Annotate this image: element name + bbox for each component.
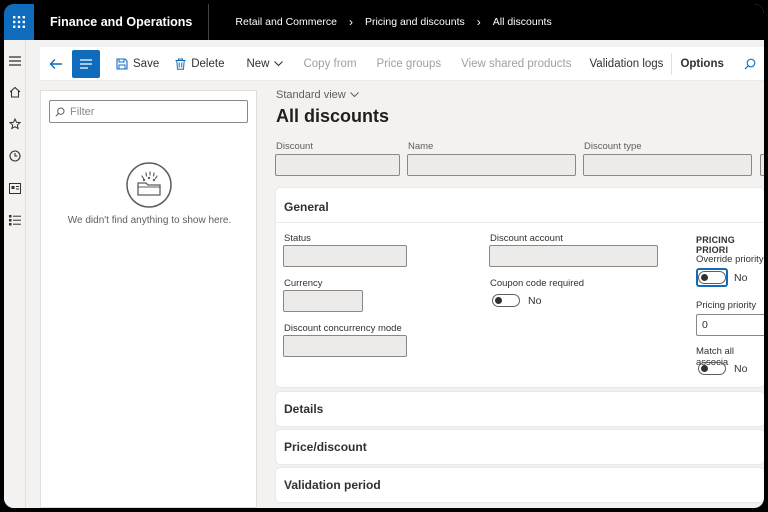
star-icon[interactable]: [7, 116, 23, 132]
details-section[interactable]: Details: [276, 392, 764, 426]
coupon-label: Coupon code required: [490, 278, 585, 289]
empty-message: We didn't find anything to show here.: [67, 215, 232, 226]
home-icon[interactable]: [7, 84, 23, 100]
view-shared-products-button[interactable]: View shared products: [449, 47, 579, 81]
currency-label: Currency: [284, 278, 323, 289]
name-label: Name: [408, 141, 434, 152]
modules-list-icon[interactable]: [7, 212, 23, 228]
lines-icon: [80, 58, 92, 69]
pricing-priority-field[interactable]: 0: [696, 314, 764, 336]
view-selector[interactable]: Standard view: [276, 89, 359, 101]
coupon-value: No: [528, 295, 542, 307]
match-all-toggle[interactable]: [698, 362, 726, 375]
breadcrumb-item-retail[interactable]: Retail and Commerce: [235, 16, 337, 28]
override-priority-value: No: [734, 272, 748, 284]
view-name: Standard view: [276, 89, 346, 101]
delete-label: Delete: [191, 57, 225, 70]
filter-field[interactable]: [49, 100, 248, 123]
name-field[interactable]: [407, 154, 576, 176]
pricing-priority-label: Pricing priority: [696, 300, 757, 311]
save-label: Save: [133, 57, 160, 70]
chevron-down-icon: [274, 60, 284, 66]
search-icon: [744, 58, 756, 69]
clock-icon[interactable]: [7, 148, 23, 164]
general-section: General Status Currency Discount concurr…: [276, 188, 764, 387]
app-launcher-button[interactable]: [4, 4, 34, 40]
chevron-right-icon: ›: [348, 15, 353, 29]
general-header[interactable]: General: [284, 200, 329, 214]
discount-account-field[interactable]: [489, 245, 658, 267]
page-title: All discounts: [276, 106, 390, 126]
validation-period-section[interactable]: Validation period: [276, 468, 764, 502]
override-priority-label: Override priority: [696, 254, 764, 265]
left-navigation: [4, 40, 26, 508]
status-label: Status: [284, 233, 311, 244]
status-field[interactable]: [283, 245, 407, 267]
concurrency-label: Discount concurrency mode: [284, 323, 402, 334]
price-discount-header: Price/discount: [284, 440, 367, 454]
currency-field[interactable]: [283, 290, 363, 312]
back-button[interactable]: [40, 47, 72, 81]
details-header: Details: [284, 402, 324, 416]
truncated-field[interactable]: [760, 154, 764, 176]
divider: [276, 222, 764, 223]
price-groups-button[interactable]: Price groups: [365, 47, 450, 81]
coupon-toggle[interactable]: [492, 294, 520, 307]
empty-folder-icon: [126, 162, 172, 208]
pricing-priority-heading: PRICING PRIORI: [696, 235, 735, 255]
filter-input[interactable]: [70, 105, 240, 118]
discount-label: Discount: [276, 141, 313, 152]
filter-pane: We didn't find anything to show here.: [40, 90, 257, 508]
discount-type-label: Discount type: [584, 141, 642, 152]
chevron-down-icon: [349, 92, 359, 98]
discount-field[interactable]: [275, 154, 400, 176]
trash-icon: [175, 58, 186, 70]
new-label: New: [246, 57, 270, 70]
discount-account-label: Discount account: [490, 233, 563, 244]
match-all-value: No: [734, 363, 748, 375]
app-window: Finance and Operations Retail and Commer…: [4, 4, 764, 508]
price-discount-section[interactable]: Price/discount: [276, 430, 764, 464]
search-icon: [55, 107, 65, 117]
app-title[interactable]: Finance and Operations: [34, 4, 210, 40]
new-button[interactable]: New: [232, 47, 291, 81]
copy-from-button[interactable]: Copy from: [291, 47, 364, 81]
search-button[interactable]: [732, 47, 764, 81]
validation-period-header: Validation period: [284, 478, 381, 492]
override-priority-toggle[interactable]: [698, 271, 726, 284]
concurrency-field[interactable]: [283, 335, 407, 357]
chevron-right-icon: ›: [476, 15, 481, 29]
actions-menu-button[interactable]: [72, 49, 100, 78]
arrow-left-icon: [49, 58, 62, 69]
save-icon: [116, 57, 128, 70]
breadcrumb-item-all-discounts[interactable]: All discounts: [493, 16, 552, 28]
waffle-icon: [13, 16, 25, 28]
top-bar: Finance and Operations Retail and Commer…: [4, 4, 764, 40]
action-pane: Save Delete New Copy from Price groups V…: [40, 47, 764, 81]
workspace-icon[interactable]: [7, 180, 23, 196]
delete-button[interactable]: Delete: [167, 47, 232, 81]
validation-logs-button[interactable]: Validation logs: [579, 47, 671, 81]
breadcrumb-item-pricing[interactable]: Pricing and discounts: [365, 16, 465, 28]
hamburger-icon[interactable]: [7, 53, 23, 69]
discount-type-field[interactable]: [583, 154, 752, 176]
breadcrumb: Retail and Commerce › Pricing and discou…: [209, 15, 551, 29]
save-button[interactable]: Save: [108, 47, 167, 81]
options-tab[interactable]: Options: [672, 47, 731, 81]
